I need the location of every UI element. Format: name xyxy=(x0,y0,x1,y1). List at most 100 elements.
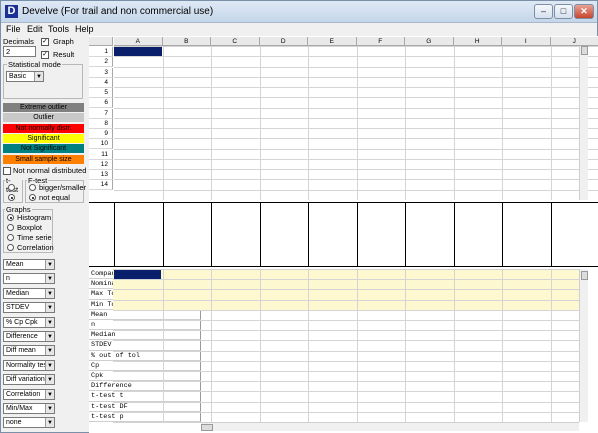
column-header[interactable]: C xyxy=(211,37,260,46)
statistic-select[interactable]: Diff mean ▼ xyxy=(3,345,55,357)
graph-radio-boxplot[interactable] xyxy=(7,224,14,231)
column-header[interactable]: I xyxy=(502,37,551,46)
column-header[interactable]: H xyxy=(453,37,502,46)
chevron-down-icon: ▼ xyxy=(34,72,43,81)
column-header[interactable]: F xyxy=(356,37,405,46)
row-header[interactable]: 1 xyxy=(89,47,113,58)
menu-edit[interactable]: Edit xyxy=(27,24,43,34)
result-grid-line xyxy=(502,269,503,422)
result-grid-line xyxy=(113,391,579,393)
ttest-radio-1[interactable] xyxy=(8,184,15,191)
decimals-input[interactable]: 2 xyxy=(3,46,36,57)
graph-checkbox[interactable]: ✓ xyxy=(41,38,49,46)
result-grid-line xyxy=(356,269,358,422)
graph-radio-histogram[interactable] xyxy=(7,214,14,221)
scrollbar-thumb[interactable] xyxy=(201,424,213,431)
result-row-label: t-test t xyxy=(89,391,201,402)
result-row-label: Difference xyxy=(89,381,201,392)
row-header[interactable]: 6 xyxy=(89,98,113,109)
legend-item: Not Significant xyxy=(3,144,84,154)
statistic-select[interactable]: Correlation ▼ xyxy=(3,388,55,400)
row-header[interactable]: 3 xyxy=(89,67,113,78)
row-header[interactable]: 7 xyxy=(89,108,113,119)
statistic-select-value: Min/Max xyxy=(6,405,33,412)
result-grid-line xyxy=(162,269,164,422)
column-header[interactable]: J xyxy=(550,37,598,46)
graph-option-timeserie: Time serie xyxy=(17,233,52,242)
grid-line xyxy=(502,46,503,200)
result-grid-line xyxy=(113,401,579,403)
maximize-button[interactable]: □ xyxy=(554,4,573,19)
column-header[interactable]: A xyxy=(114,37,163,46)
row-header[interactable]: 9 xyxy=(89,129,113,140)
column-header[interactable]: D xyxy=(259,37,308,46)
data-grid: ABCDEFGHIJ1234567891011121314 Compare wi… xyxy=(89,36,598,433)
results-scrollbar[interactable] xyxy=(579,269,588,422)
row-header[interactable]: 14 xyxy=(89,180,113,191)
statistic-select-value: Diff variation xyxy=(6,376,45,384)
statistic-select[interactable]: Median ▼ xyxy=(3,287,55,299)
statistic-select-value: none xyxy=(6,419,22,427)
graph-divider xyxy=(162,202,164,266)
ftest-radio-notequal[interactable] xyxy=(29,194,36,201)
row-header[interactable]: 2 xyxy=(89,57,113,68)
window-title: Develve (For trail and non commercial us… xyxy=(22,6,214,17)
statistic-select-value: STDEV xyxy=(6,304,30,312)
graph-checkbox-label: Graph xyxy=(53,37,74,46)
close-button[interactable]: ✕ xyxy=(574,4,594,19)
selected-cell[interactable] xyxy=(114,47,162,56)
statistic-select[interactable]: none ▼ xyxy=(3,417,55,429)
statistic-select[interactable]: Difference ▼ xyxy=(3,331,55,342)
graph-radio-correlation[interactable] xyxy=(7,244,14,251)
statistic-select[interactable]: Diff variation ▼ xyxy=(3,374,55,386)
column-header[interactable]: E xyxy=(308,37,357,46)
graph-radio-timeserie[interactable] xyxy=(7,234,14,241)
row-header[interactable]: 4 xyxy=(89,77,113,88)
statistic-select[interactable]: STDEV ▼ xyxy=(3,302,55,314)
statistic-select-value: n xyxy=(6,275,10,283)
statistic-select-value: Correlation xyxy=(6,390,41,398)
menu-tools[interactable]: Tools xyxy=(48,24,69,34)
chevron-down-icon: ▼ xyxy=(45,288,54,298)
row-header[interactable]: 10 xyxy=(89,139,113,150)
statistic-select[interactable]: Mean ▼ xyxy=(3,259,55,270)
statistic-select[interactable]: % Cp Cpk ▼ xyxy=(3,316,55,328)
column-header[interactable]: B xyxy=(162,37,211,46)
chevron-down-icon: ▼ xyxy=(45,332,54,341)
result-checkbox[interactable]: ✓ xyxy=(41,51,49,59)
statistic-select[interactable]: Normality test ▼ xyxy=(3,359,55,371)
grid-corner xyxy=(89,37,113,46)
result-grid-line xyxy=(113,371,579,372)
result-row-label: Mean xyxy=(89,309,201,320)
statistic-select[interactable]: n ▼ xyxy=(3,273,55,285)
ftest-radio-bigger[interactable] xyxy=(29,184,36,191)
result-row-label: Cpk xyxy=(89,371,201,382)
menu-file[interactable]: File xyxy=(6,24,21,34)
menu-help[interactable]: Help xyxy=(75,24,94,34)
minimize-button[interactable]: – xyxy=(534,4,553,19)
row-header[interactable]: 12 xyxy=(89,159,113,170)
result-grid-line xyxy=(550,269,552,422)
ttest-radio-2[interactable] xyxy=(8,194,15,201)
stat-mode-select[interactable]: Basic ▼ xyxy=(6,71,44,82)
row-header[interactable]: 5 xyxy=(89,88,113,99)
chevron-down-icon: ▼ xyxy=(45,260,54,269)
not-normal-checkbox[interactable] xyxy=(3,167,11,175)
results-selected-cell[interactable] xyxy=(114,270,161,279)
scrollbar-thumb[interactable] xyxy=(581,271,588,280)
row-header[interactable]: 8 xyxy=(89,118,113,129)
vertical-scrollbar[interactable] xyxy=(579,46,588,200)
result-grid-line xyxy=(259,269,261,422)
column-header[interactable]: G xyxy=(405,37,454,46)
graph-divider xyxy=(259,202,261,266)
row-header[interactable]: 13 xyxy=(89,170,113,181)
result-grid-line xyxy=(113,340,579,342)
app-icon: D xyxy=(5,5,18,18)
statistic-select[interactable]: Min/Max ▼ xyxy=(3,403,55,414)
horizontal-scrollbar[interactable] xyxy=(201,422,579,431)
result-grid-line xyxy=(405,269,406,422)
row-header[interactable]: 11 xyxy=(89,149,113,160)
chevron-down-icon: ▼ xyxy=(45,418,54,428)
result-grid-line xyxy=(453,269,455,422)
scrollbar-thumb[interactable] xyxy=(581,46,588,55)
